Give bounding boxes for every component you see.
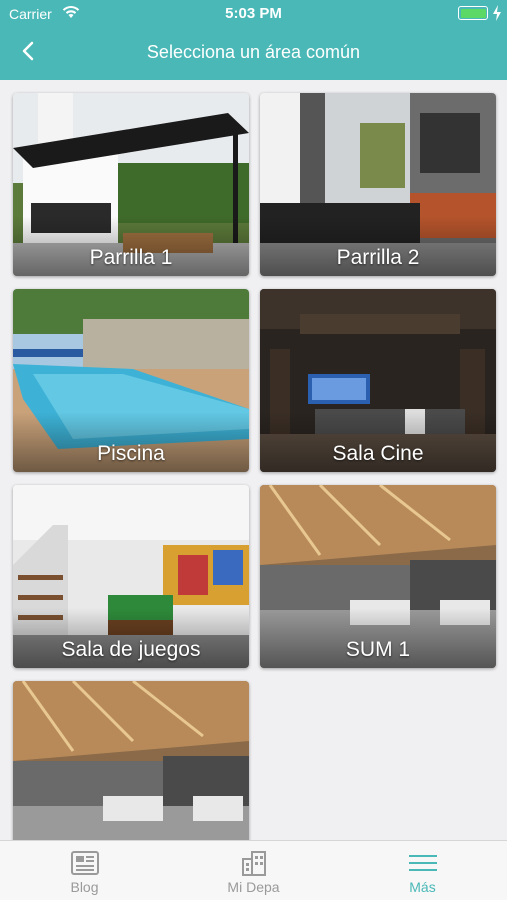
status-bar: Carrier 5:03 PM: [0, 0, 507, 28]
tab-label: Blog: [70, 879, 99, 895]
area-label: SUM 1: [345, 638, 411, 661]
area-label: Sala Cine: [332, 442, 424, 465]
menu-icon: [409, 855, 437, 871]
tab-mas[interactable]: Más: [338, 841, 507, 900]
area-card-sum-2[interactable]: [13, 681, 249, 840]
area-card-piscina[interactable]: Piscina: [13, 289, 249, 472]
area-card-parrilla-1[interactable]: Parrilla 1: [13, 93, 249, 276]
area-label: Parrilla 1: [89, 246, 173, 269]
charging-bolt-icon: [493, 5, 501, 21]
common-areas-grid: Parrilla 1 Parrilla 2 Piscina Sala Cine …: [0, 80, 507, 840]
area-label: Sala de juegos: [61, 638, 201, 661]
tab-label: Más: [409, 879, 436, 895]
area-card-parrilla-2[interactable]: Parrilla 2: [260, 93, 496, 276]
tab-mi-depa[interactable]: Mi Depa: [169, 841, 338, 900]
area-card-sum-1[interactable]: SUM 1: [260, 485, 496, 668]
area-label: Parrilla 2: [336, 246, 420, 269]
tab-bar: Blog Mi Depa Más: [0, 840, 507, 900]
page-title: Selecciona un área común: [146, 42, 361, 62]
area-card-sala-de-juegos[interactable]: Sala de juegos: [13, 485, 249, 668]
tab-label: Mi Depa: [227, 879, 280, 895]
area-label: Piscina: [97, 442, 165, 465]
area-card-sala-cine[interactable]: Sala Cine: [260, 289, 496, 472]
back-chevron-icon[interactable]: [18, 40, 40, 62]
clock: 5:03 PM: [225, 5, 282, 22]
building-icon: [242, 851, 266, 876]
area-photo: [13, 681, 249, 840]
tab-blog[interactable]: Blog: [0, 841, 169, 900]
battery-icon: [458, 6, 488, 20]
newspaper-icon: [71, 851, 99, 875]
navigation-header: Carrier 5:03 PM Selecciona un área común: [0, 0, 507, 80]
